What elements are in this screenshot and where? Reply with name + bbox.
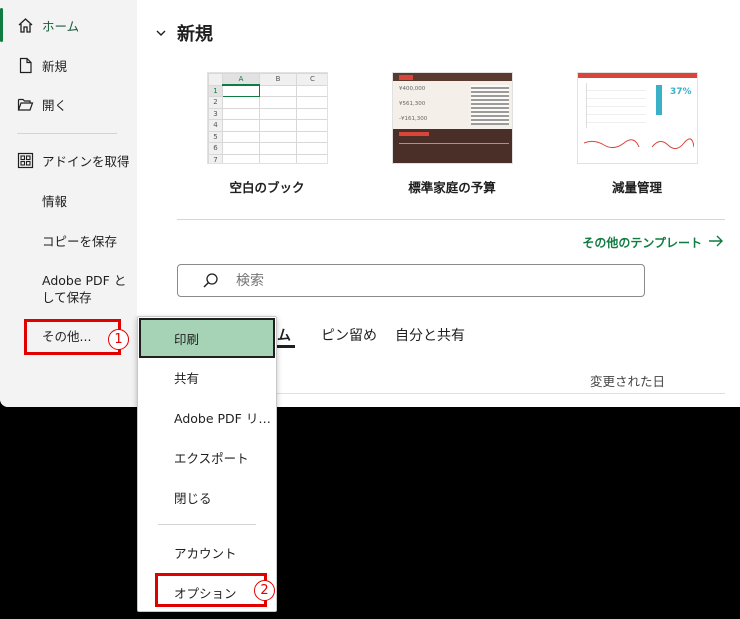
- sidebar-item-save-pdf[interactable]: Adobe PDF として保存: [0, 271, 137, 307]
- column-header-modified[interactable]: 変更された日: [590, 371, 665, 390]
- sidebar-item-home[interactable]: ホーム: [0, 15, 137, 35]
- sidebar-item-label: Adobe PDF として保存: [42, 273, 127, 305]
- menu-item-label: 共有: [174, 370, 200, 386]
- budget-amount: ¥400,000: [399, 86, 426, 92]
- annotation-highlight-more: [24, 319, 121, 355]
- template-household-budget[interactable]: ¥400,000 ¥561,300 -¥161,300 標準家庭の予算: [392, 72, 513, 195]
- row-header: 4: [208, 119, 223, 132]
- template-name: 標準家庭の予算: [408, 180, 496, 195]
- row-header: 3: [208, 107, 223, 120]
- sidebar-item-label: コピーを保存: [42, 233, 118, 249]
- addins-icon: [17, 152, 34, 169]
- column-header: B: [259, 73, 297, 86]
- chevron-down-icon: [155, 24, 167, 43]
- template-thumbnail: ¥400,000 ¥561,300 -¥161,300: [392, 72, 513, 164]
- column-header: A: [222, 73, 260, 86]
- tab-shared[interactable]: 自分と共有: [395, 325, 465, 345]
- sidebar-item-info[interactable]: 情報: [0, 190, 137, 210]
- section-title: 新規: [177, 24, 213, 45]
- menu-item-export[interactable]: エクスポート: [138, 437, 276, 477]
- blank-sheet-grid: A B C 1 2 3 4 5 6 7: [208, 73, 327, 163]
- row-header: 7: [208, 153, 223, 163]
- menu-divider: [158, 524, 256, 525]
- home-icon: [17, 17, 34, 34]
- more-templates-label: その他のテンプレート: [582, 236, 702, 250]
- annotation-step-2: 2: [254, 580, 275, 601]
- section-divider: [177, 219, 725, 220]
- open-folder-icon: [17, 96, 34, 113]
- sidebar-item-open[interactable]: 開く: [0, 94, 137, 114]
- sidebar-item-label: アドインを取得: [42, 153, 130, 169]
- template-thumbnail: A B C 1 2 3 4 5 6 7: [207, 72, 328, 164]
- sidebar-item-new[interactable]: 新規: [0, 55, 137, 75]
- sidebar-item-addins[interactable]: アドインを取得: [0, 150, 137, 170]
- weight-percent: 37%: [670, 87, 692, 97]
- new-document-icon: [17, 57, 34, 74]
- annotation-highlight-options: [155, 573, 267, 607]
- template-name: 減量管理: [611, 180, 662, 195]
- menu-item-close[interactable]: 閉じる: [138, 477, 276, 517]
- menu-item-adobe-pdf[interactable]: Adobe PDF リ…: [138, 397, 276, 437]
- menu-item-label: アカウント: [174, 545, 237, 561]
- sidebar-divider: [17, 133, 117, 134]
- search-icon: [202, 272, 220, 290]
- search-input[interactable]: [236, 272, 536, 289]
- sidebar-item-save-copy[interactable]: コピーを保存: [0, 230, 137, 250]
- row-header: 1: [208, 84, 223, 97]
- template-thumbnail: 37%: [577, 72, 698, 164]
- tab-recent[interactable]: ム: [277, 325, 291, 345]
- menu-item-print[interactable]: 印刷: [139, 318, 275, 358]
- menu-item-share[interactable]: 共有: [138, 357, 276, 397]
- budget-amount: ¥561,300: [399, 101, 426, 107]
- template-weight-loss[interactable]: 37% 減量管理: [577, 72, 698, 195]
- sidebar-item-label: 情報: [42, 193, 68, 209]
- annotation-step-1: 1: [108, 329, 129, 350]
- menu-item-label: 印刷: [174, 331, 200, 347]
- row-header: 6: [208, 142, 223, 155]
- row-header: 2: [208, 96, 223, 109]
- menu-item-label: Adobe PDF リ…: [174, 410, 271, 426]
- new-section-header[interactable]: 新規: [155, 20, 213, 46]
- search-box[interactable]: [177, 264, 645, 297]
- menu-item-label: エクスポート: [174, 450, 249, 466]
- menu-item-account[interactable]: アカウント: [138, 532, 276, 572]
- more-templates-link[interactable]: その他のテンプレート: [582, 234, 724, 251]
- budget-amount: -¥161,300: [399, 116, 428, 122]
- sidebar-item-label: 新規: [42, 58, 68, 74]
- tab-pinned[interactable]: ピン留め: [321, 325, 377, 345]
- sidebar-item-label: 開く: [42, 97, 68, 113]
- template-blank-workbook[interactable]: A B C 1 2 3 4 5 6 7 空白のブック: [207, 72, 328, 195]
- backstage-window: ホーム 新規 開く アドインを取得 情報 コピーを保存 Adobe PDF とし…: [0, 0, 740, 407]
- sidebar-item-label: ホーム: [42, 18, 80, 34]
- more-dropdown-menu: 印刷 共有 Adobe PDF リ… エクスポート 閉じる アカウント オプショ…: [137, 316, 277, 612]
- menu-item-label: 閉じる: [174, 490, 212, 506]
- template-name: 空白のブック: [229, 180, 305, 195]
- arrow-right-icon: [708, 235, 724, 250]
- column-header: C: [296, 73, 327, 86]
- row-header: 5: [208, 130, 223, 143]
